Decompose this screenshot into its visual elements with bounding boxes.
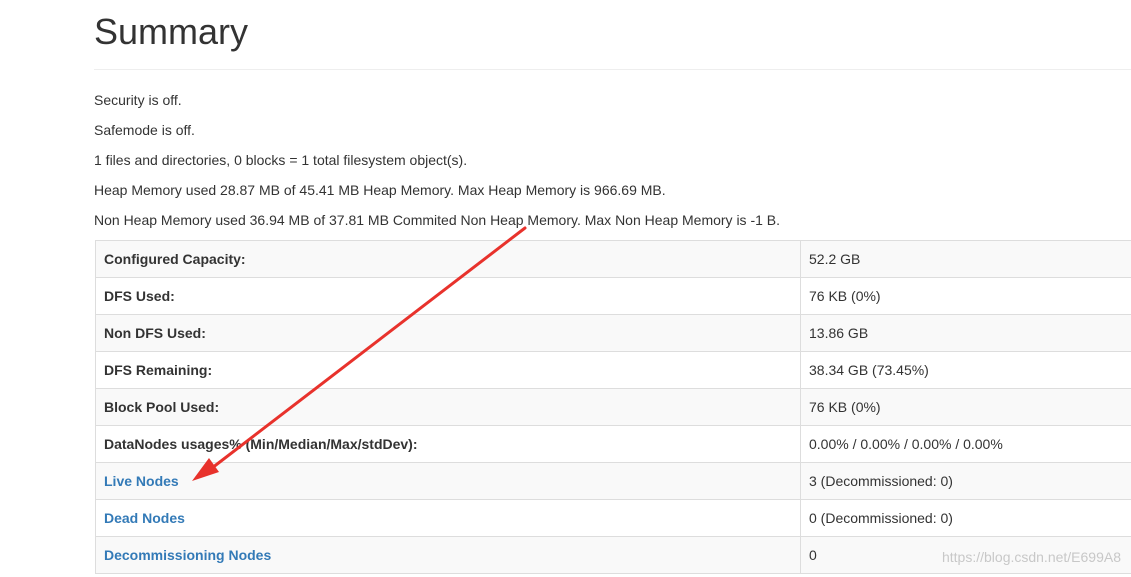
- safemode-status: Safemode is off.: [94, 122, 195, 138]
- row-label: DFS Used:: [95, 277, 801, 315]
- table-row-configured-capacity: Configured Capacity: 52.2 GB: [95, 240, 1131, 278]
- row-value: 76 KB (0%): [800, 277, 1131, 315]
- table-row-datanodes-usages: DataNodes usages% (Min/Median/Max/stdDev…: [95, 425, 1131, 463]
- heap-memory-status: Heap Memory used 28.87 MB of 45.41 MB He…: [94, 182, 666, 198]
- row-label: DFS Remaining:: [95, 351, 801, 389]
- title-divider: [94, 69, 1131, 70]
- row-value: 76 KB (0%): [800, 388, 1131, 426]
- row-value: 3 (Decommissioned: 0): [800, 462, 1131, 500]
- table-row-block-pool-used: Block Pool Used: 76 KB (0%): [95, 388, 1131, 426]
- row-label: Block Pool Used:: [95, 388, 801, 426]
- row-label: Configured Capacity:: [95, 240, 801, 278]
- row-label: Dead Nodes: [95, 499, 801, 537]
- row-label: DataNodes usages% (Min/Median/Max/stdDev…: [95, 425, 801, 463]
- row-value: 52.2 GB: [800, 240, 1131, 278]
- row-label: Decommissioning Nodes: [95, 536, 801, 574]
- summary-table: Configured Capacity: 52.2 GB DFS Used: 7…: [95, 240, 1131, 574]
- table-row-live-nodes: Live Nodes 3 (Decommissioned: 0): [95, 462, 1131, 500]
- status-lines: Security is off. Safemode is off. 1 file…: [94, 88, 780, 238]
- live-nodes-link[interactable]: Live Nodes: [104, 473, 179, 489]
- row-value: 0 (Decommissioned: 0): [800, 499, 1131, 537]
- row-value: 0.00% / 0.00% / 0.00% / 0.00%: [800, 425, 1131, 463]
- table-row-dfs-used: DFS Used: 76 KB (0%): [95, 277, 1131, 315]
- page-title: Summary: [94, 11, 249, 52]
- security-status: Security is off.: [94, 92, 182, 108]
- non-heap-memory-status: Non Heap Memory used 36.94 MB of 37.81 M…: [94, 212, 781, 228]
- decommissioning-nodes-link[interactable]: Decommissioning Nodes: [104, 547, 271, 563]
- row-value: 38.34 GB (73.45%): [800, 351, 1131, 389]
- row-value: 13.86 GB: [800, 314, 1131, 352]
- filesystem-objects-status: 1 files and directories, 0 blocks = 1 to…: [94, 152, 468, 168]
- watermark: https://blog.csdn.net/E699A8: [941, 549, 1121, 565]
- table-row-dfs-remaining: DFS Remaining: 38.34 GB (73.45%): [95, 351, 1131, 389]
- table-row-non-dfs-used: Non DFS Used: 13.86 GB: [95, 314, 1131, 352]
- row-label: Non DFS Used:: [95, 314, 801, 352]
- table-row-dead-nodes: Dead Nodes 0 (Decommissioned: 0): [95, 499, 1131, 537]
- row-label: Live Nodes: [95, 462, 801, 500]
- dead-nodes-link[interactable]: Dead Nodes: [104, 510, 185, 526]
